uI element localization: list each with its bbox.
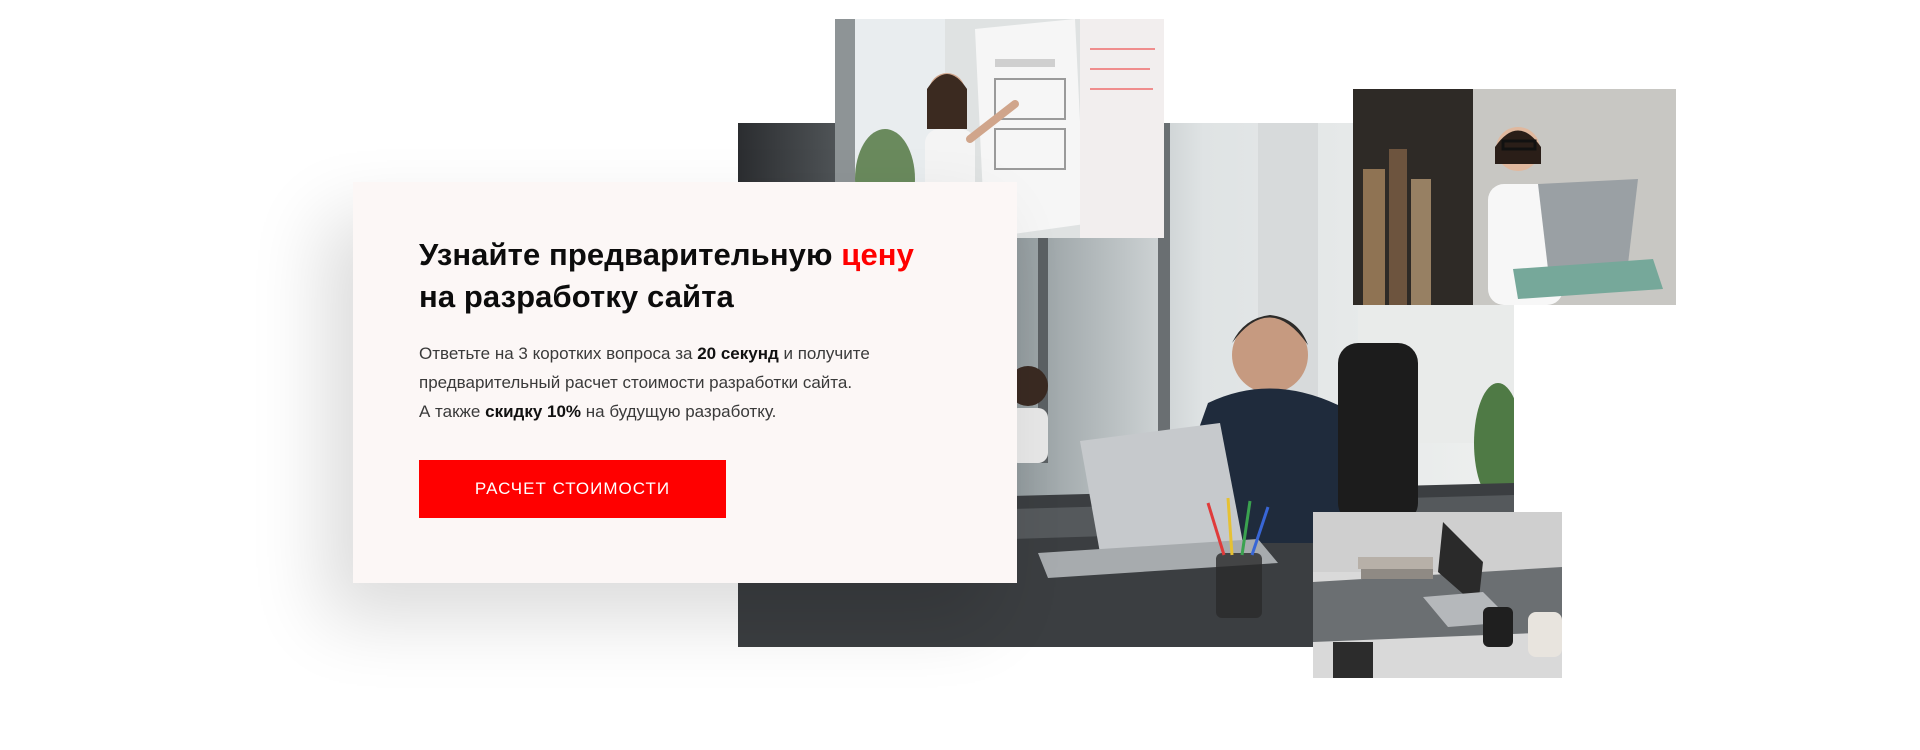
promo-text-line3-start: А также [419,402,486,421]
promo-card: Узнайте предварительную цену на разработ… [353,182,1017,583]
promo-title: Узнайте предварительную цену на разработ… [419,234,951,318]
designer-laptop-photo [1353,89,1676,305]
promo-text-line1-end: и получите [778,344,870,363]
promo-title-part1: Узнайте предварительную [419,237,842,272]
calculate-cost-button[interactable]: РАСЧЕТ СТОИМОСТИ [419,460,726,518]
promo-text-line3-end: на будущую разработку. [581,402,777,421]
promo-title-accent: цену [841,237,914,272]
promo-text-time: 20 секунд [697,344,779,363]
promo-title-part2: на разработку сайта [419,279,734,314]
desk-laptop-photo [1313,512,1562,678]
promo-description: Ответьте на 3 коротких вопроса за 20 сек… [419,339,951,426]
promo-text-discount: скидку 10% [485,402,582,421]
promo-text-line2: предварительный расчет стоимости разрабо… [419,373,853,392]
promo-text-line1-start: Ответьте на 3 коротких вопроса за [419,344,698,363]
